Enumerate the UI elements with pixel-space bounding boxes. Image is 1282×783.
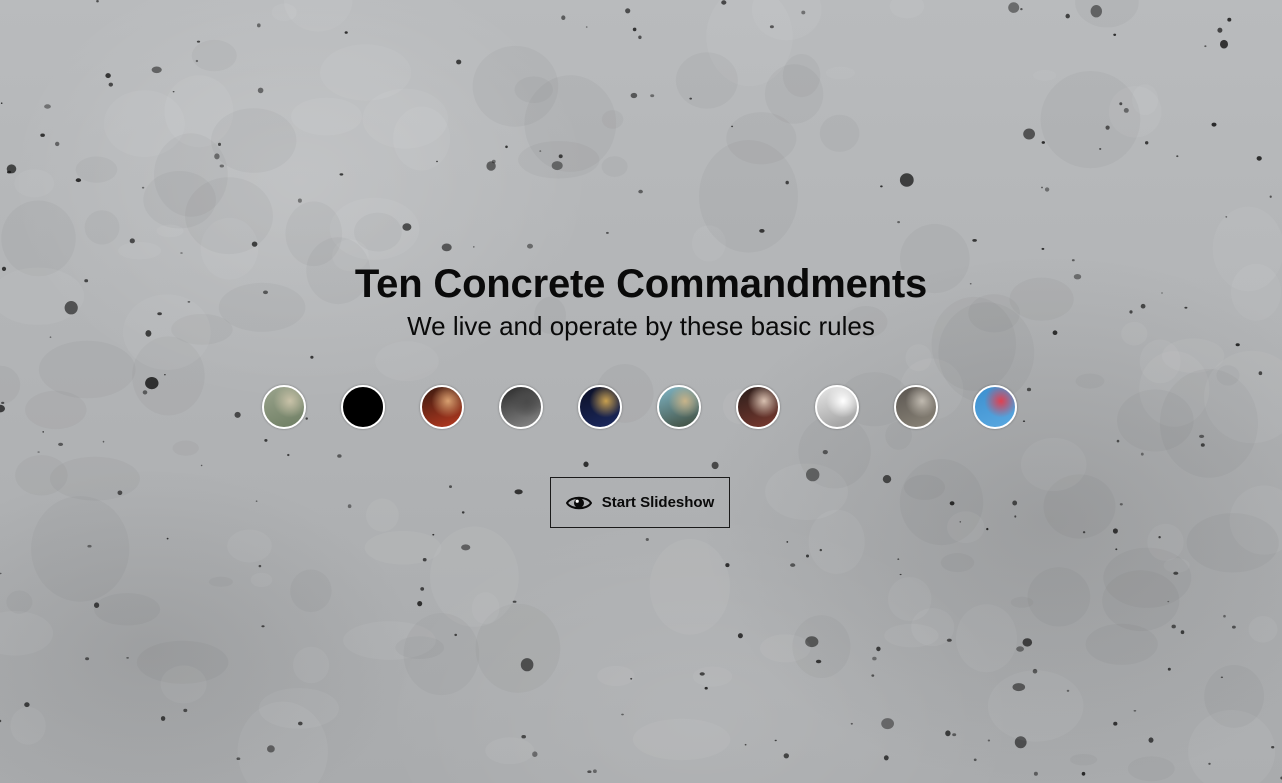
- slide-thumbnail-2[interactable]: [341, 385, 385, 429]
- slide-thumbnail-3[interactable]: [420, 385, 464, 429]
- slide-thumbnail-1[interactable]: [262, 385, 306, 429]
- hero-section: Ten Concrete Commandments We live and op…: [0, 0, 1282, 783]
- slide-thumbnail-4[interactable]: [499, 385, 543, 429]
- slide-thumbnail-6[interactable]: [657, 385, 701, 429]
- page-title: Ten Concrete Commandments: [354, 262, 928, 306]
- start-slideshow-button[interactable]: Start Slideshow: [550, 477, 730, 528]
- page-subtitle: We live and operate by these basic rules: [407, 311, 875, 341]
- start-slideshow-label: Start Slideshow: [601, 494, 715, 511]
- slide-thumbnails: [262, 385, 1022, 431]
- slide-thumbnail-5[interactable]: [578, 385, 622, 429]
- slide-thumbnail-9[interactable]: [894, 385, 938, 429]
- slide-thumbnail-10[interactable]: [973, 385, 1017, 429]
- eye-icon: [565, 496, 592, 509]
- slide-thumbnail-7[interactable]: [736, 385, 780, 429]
- slide-thumbnail-8[interactable]: [815, 385, 859, 429]
